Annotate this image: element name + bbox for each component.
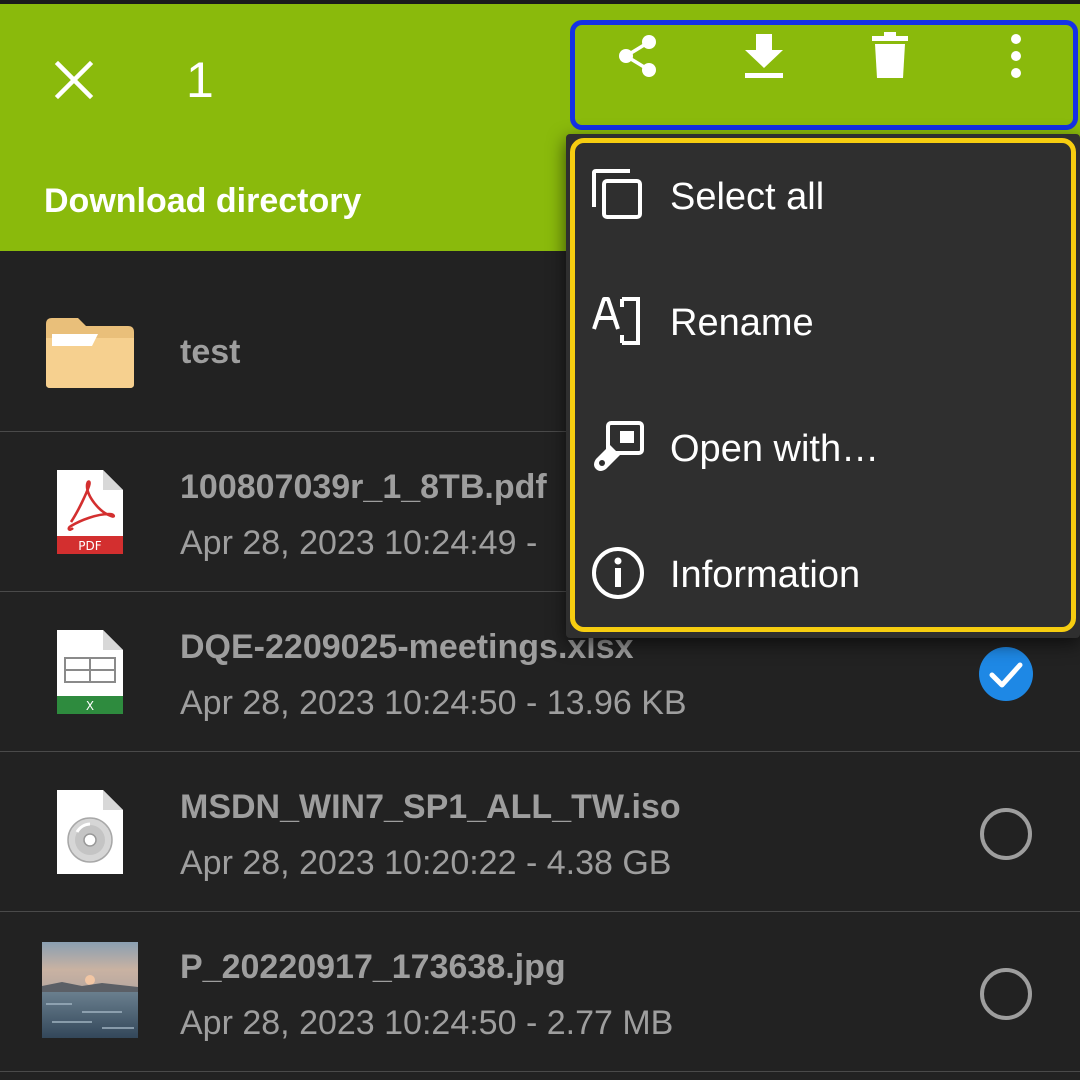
- unselected-checkbox[interactable]: [978, 806, 1034, 862]
- open-with-icon: [594, 421, 644, 471]
- excel-badge: X: [86, 699, 94, 713]
- info-icon: [592, 547, 644, 599]
- selected-checkbox[interactable]: [978, 646, 1034, 702]
- file-meta: Apr 28, 2023 10:20:22 - 4.38 GB: [180, 844, 672, 882]
- list-item[interactable]: MSDN_WIN7_SP1_ALL_TW.iso Apr 28, 2023 10…: [0, 752, 1080, 912]
- checked-circle-icon: [979, 647, 1033, 701]
- menu-item-information[interactable]: Information: [566, 512, 1080, 638]
- empty-circle-icon: [980, 808, 1032, 860]
- unselected-checkbox[interactable]: [978, 966, 1034, 1022]
- download-button[interactable]: [734, 26, 794, 86]
- delete-icon: [872, 32, 908, 78]
- close-selection-button[interactable]: [44, 50, 104, 110]
- menu-item-label: Select all: [670, 176, 825, 218]
- menu-item-label: Rename: [670, 302, 814, 344]
- selected-count: 1: [186, 52, 214, 108]
- file-name: MSDN_WIN7_SP1_ALL_TW.iso: [180, 788, 681, 826]
- rename-icon: [592, 297, 640, 345]
- empty-circle-icon: [980, 968, 1032, 1020]
- file-name: P_20220917_173638.jpg: [180, 948, 566, 986]
- file-meta: Apr 28, 2023 10:24:50 - 13.96 KB: [180, 684, 687, 722]
- menu-item-open-with[interactable]: Open with…: [566, 386, 1080, 512]
- share-icon: [619, 35, 656, 77]
- list-item[interactable]: P_20220917_173638.jpg Apr 28, 2023 10:24…: [0, 912, 1080, 1072]
- pdf-badge: PDF: [78, 539, 101, 553]
- file-name: test: [180, 333, 241, 371]
- folder-icon: [40, 303, 140, 403]
- pdf-file-icon: PDF: [40, 462, 140, 562]
- more-vert-icon: [1011, 34, 1021, 78]
- file-name: 100807039r_1_8TB.pdf: [180, 468, 547, 506]
- download-icon: [745, 34, 783, 78]
- excel-file-icon: X: [40, 622, 140, 722]
- select-all-icon: [592, 169, 642, 219]
- close-icon: [54, 60, 94, 100]
- disc-image-icon: [40, 782, 140, 882]
- directory-title: Download directory: [44, 182, 362, 220]
- file-meta: Apr 28, 2023 10:24:50 - 2.77 MB: [180, 1004, 674, 1042]
- file-meta: Apr 28, 2023 10:24:49 -: [180, 524, 538, 562]
- menu-item-label: Information: [670, 554, 861, 596]
- more-options-button[interactable]: [986, 26, 1046, 86]
- photo-thumbnail: [42, 942, 138, 1038]
- menu-item-rename[interactable]: Rename: [566, 260, 1080, 386]
- overflow-menu: Select all Rename Open with… Information: [566, 134, 1080, 638]
- menu-item-label: Open with…: [670, 428, 880, 470]
- share-button[interactable]: [608, 26, 668, 86]
- delete-button[interactable]: [860, 26, 920, 86]
- menu-item-select-all[interactable]: Select all: [566, 134, 1080, 260]
